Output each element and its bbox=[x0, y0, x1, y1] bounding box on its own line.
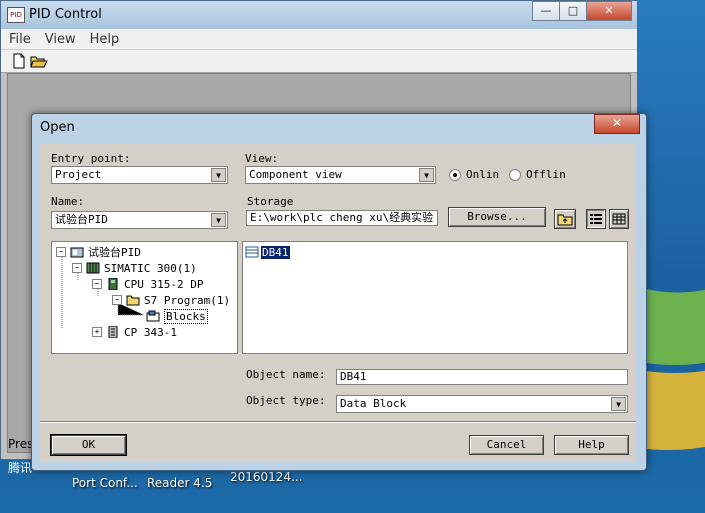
cancel-button[interactable]: Cancel bbox=[469, 435, 544, 455]
list-item-label: DB41 bbox=[261, 245, 290, 259]
toolbar bbox=[1, 50, 637, 73]
new-file-icon bbox=[13, 53, 25, 69]
menu-file[interactable]: File bbox=[9, 32, 31, 47]
divider bbox=[40, 421, 636, 423]
view-select[interactable]: Component view ▼ bbox=[245, 166, 436, 184]
tree-item-label: S7 Program(1) bbox=[144, 293, 231, 307]
close-button[interactable]: ✕ bbox=[586, 1, 632, 21]
cp-module-icon bbox=[108, 326, 118, 338]
list-item-db41[interactable]: DB41 bbox=[245, 244, 290, 260]
object-type-select[interactable]: Data Block ▼ bbox=[336, 395, 628, 413]
tree-item-cp[interactable]: + CP 343-1 bbox=[92, 324, 177, 340]
entry-point-label: Entry point: bbox=[51, 152, 131, 165]
maximize-button[interactable]: □ bbox=[559, 1, 587, 21]
tree-item-project[interactable]: − 试验台PID bbox=[56, 244, 141, 260]
menu-bar: File View Help bbox=[1, 29, 637, 50]
title-bar[interactable]: PID PID Control — □ ✕ bbox=[1, 1, 637, 29]
tree-item-label: CPU 315-2 DP bbox=[124, 277, 204, 291]
up-folder-icon bbox=[557, 214, 573, 226]
collapse-icon[interactable]: − bbox=[56, 247, 66, 257]
desktop-icon-label[interactable]: Reader 4.5 bbox=[147, 476, 212, 490]
expand-icon[interactable]: + bbox=[92, 327, 102, 337]
menu-view[interactable]: View bbox=[45, 32, 76, 47]
radio-dot bbox=[449, 168, 461, 181]
project-icon bbox=[70, 247, 84, 258]
chevron-down-icon: ▼ bbox=[211, 168, 226, 182]
taskbar-text: 腾讯 bbox=[8, 461, 33, 475]
object-name-label: Object name: bbox=[246, 368, 326, 381]
name-label: Name: bbox=[51, 195, 85, 208]
help-button[interactable]: Help bbox=[554, 435, 629, 455]
object-type-label: Object type: bbox=[246, 394, 326, 407]
collapse-icon[interactable]: − bbox=[112, 295, 122, 305]
view-value: Component view bbox=[249, 168, 342, 181]
name-select[interactable]: 试验台PID ▼ bbox=[51, 211, 228, 229]
object-list-panel: DB41 bbox=[242, 241, 628, 354]
blocks-icon bbox=[146, 310, 160, 322]
tree-item-s7-program[interactable]: − S7 Program(1) bbox=[112, 292, 230, 308]
dialog-title: Open bbox=[40, 120, 75, 135]
storage-path-field[interactable]: E:\work\plc cheng xu\经典实验 号 bbox=[246, 210, 438, 226]
chevron-down-icon: ▼ bbox=[419, 168, 434, 182]
object-type-value: Data Block bbox=[340, 397, 407, 410]
storage-label: Storage bbox=[247, 195, 294, 208]
app-icon: PID bbox=[7, 7, 25, 23]
tree-item-label: CP 343-1 bbox=[124, 325, 177, 339]
collapse-icon[interactable]: − bbox=[92, 279, 102, 289]
status-text: Pres bbox=[8, 437, 34, 451]
tree-item-label: Blocks bbox=[164, 308, 208, 324]
entry-point-select[interactable]: Project ▼ bbox=[51, 166, 228, 184]
tree-item-label: 试验台PID bbox=[88, 246, 141, 259]
list-view-icon bbox=[590, 214, 602, 224]
ok-button[interactable]: OK bbox=[51, 435, 126, 455]
up-folder-button[interactable] bbox=[554, 209, 576, 229]
collapse-icon[interactable]: − bbox=[72, 263, 82, 273]
chevron-down-icon: ▼ bbox=[611, 397, 626, 411]
online-radio[interactable]: Onlin bbox=[449, 168, 499, 181]
offline-label: Offlin bbox=[526, 168, 566, 181]
list-view-button[interactable] bbox=[586, 209, 606, 229]
view-label: View: bbox=[245, 152, 279, 165]
station-icon bbox=[86, 262, 100, 274]
folder-icon bbox=[126, 295, 140, 306]
tree-item-cpu[interactable]: − CPU 315-2 DP bbox=[92, 276, 203, 292]
menu-help[interactable]: Help bbox=[90, 32, 120, 47]
offline-radio[interactable]: Offlin bbox=[509, 168, 566, 181]
tree-item-blocks[interactable]: Blocks bbox=[146, 308, 208, 324]
details-view-button[interactable] bbox=[609, 209, 629, 229]
tree-item-label: SIMATIC 300(1) bbox=[104, 261, 197, 275]
dialog-title-bar[interactable]: Open ✕ bbox=[32, 114, 646, 140]
new-file-button[interactable] bbox=[9, 52, 29, 70]
online-label: Onlin bbox=[466, 168, 500, 181]
details-view-icon bbox=[612, 213, 626, 225]
browse-button[interactable]: Browse... bbox=[448, 207, 546, 227]
chevron-down-icon: ▼ bbox=[211, 213, 226, 227]
entry-point-value: Project bbox=[55, 168, 102, 181]
dialog-close-button[interactable]: ✕ bbox=[594, 114, 640, 134]
minimize-button[interactable]: — bbox=[532, 1, 560, 21]
cpu-icon bbox=[108, 278, 118, 290]
window-title: PID Control bbox=[29, 7, 102, 22]
open-folder-button[interactable] bbox=[29, 52, 49, 70]
desktop-icon-label[interactable]: 20160124... bbox=[230, 470, 303, 484]
open-dialog: Open ✕ Entry point: Project ▼ View: Comp… bbox=[31, 113, 647, 471]
tree-item-simatic[interactable]: − SIMATIC 300(1) bbox=[72, 260, 197, 276]
data-block-icon bbox=[245, 246, 259, 258]
object-name-field[interactable]: DB41 bbox=[336, 369, 628, 385]
project-tree-panel: − 试验台PID − SIMATIC 300(1) − CPU 315-2 DP… bbox=[51, 241, 238, 354]
radio-dot bbox=[509, 168, 521, 181]
name-value: 试验台PID bbox=[55, 213, 108, 226]
desktop-icon-label[interactable]: Port Conf... bbox=[72, 476, 138, 490]
dialog-body: Entry point: Project ▼ View: Component v… bbox=[40, 144, 636, 462]
open-folder-icon bbox=[30, 56, 48, 68]
